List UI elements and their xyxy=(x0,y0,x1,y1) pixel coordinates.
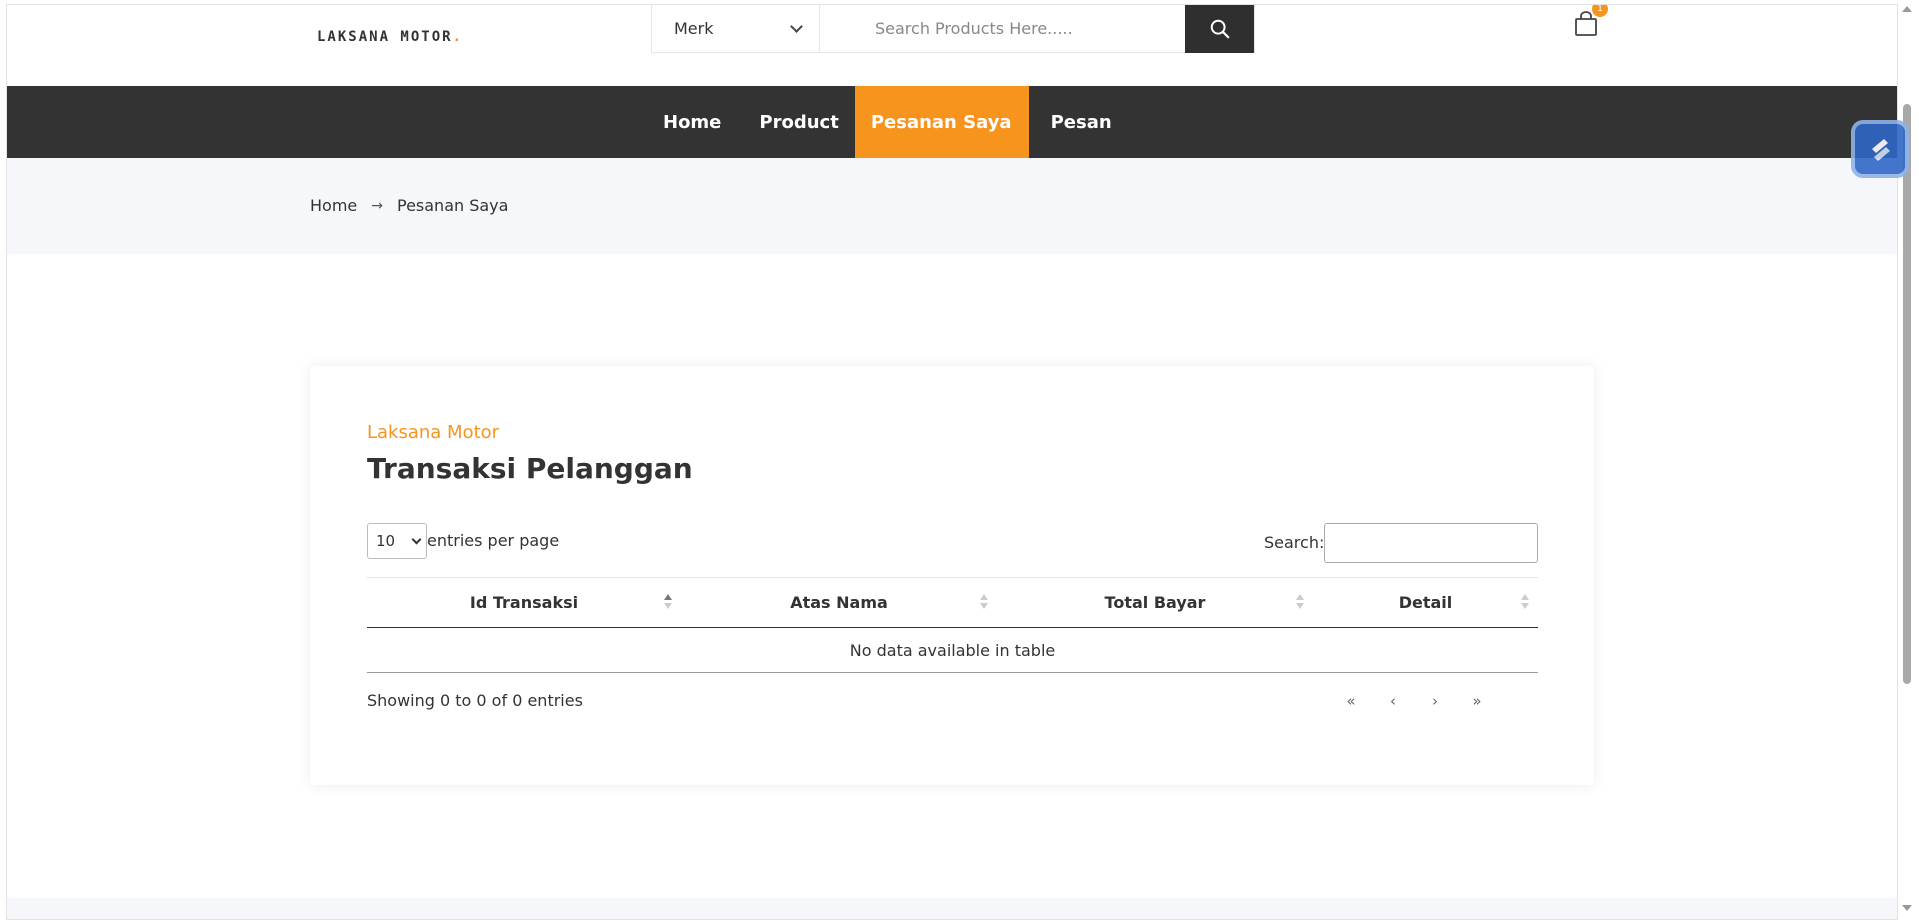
nav-item-home[interactable]: Home xyxy=(641,86,737,158)
nav-item-pesan[interactable]: Pesan xyxy=(1029,86,1128,158)
footer-band xyxy=(7,898,1897,919)
table-search-label: Search: xyxy=(1264,533,1325,552)
sort-icon xyxy=(1295,592,1305,612)
main-nav: Home Product Pesanan Saya Pesan xyxy=(7,86,1897,158)
column-header-total-bayar[interactable]: Total Bayar xyxy=(997,578,1313,627)
scroll-down-icon[interactable] xyxy=(1902,905,1912,911)
empty-table-message: No data available in table xyxy=(367,628,1538,673)
transactions-card: Laksana Motor Transaksi Pelanggan 10 ent… xyxy=(310,366,1594,785)
site-logo[interactable]: LAKSANA MOTOR. xyxy=(317,29,463,45)
search-icon xyxy=(1210,19,1229,39)
product-search-input[interactable] xyxy=(820,5,1185,52)
logo-text: LAKSANA MOTOR xyxy=(317,29,453,45)
column-header-label: Total Bayar xyxy=(1104,593,1206,612)
column-header-label: Detail xyxy=(1398,593,1453,612)
chevron-down-icon xyxy=(411,534,422,545)
column-header-label: Atas Nama xyxy=(790,593,888,612)
chevron-down-icon xyxy=(790,19,803,33)
table-header: Id Transaksi Atas Nama Total Bayar Detai… xyxy=(367,577,1538,628)
column-header-atas-nama[interactable]: Atas Nama xyxy=(681,578,997,627)
product-search-bar: Merk xyxy=(651,5,1255,53)
column-header-id-transaksi[interactable]: Id Transaksi xyxy=(367,578,681,627)
column-header-label: Id Transaksi xyxy=(469,593,579,612)
sort-icon xyxy=(1520,592,1530,612)
scroll-up-icon[interactable] xyxy=(1902,6,1912,12)
header: LAKSANA MOTOR. Merk 1 xyxy=(7,5,1897,86)
next-page-button[interactable]: › xyxy=(1414,689,1456,713)
floating-widget-button[interactable] xyxy=(1851,120,1909,178)
entries-per-page-value: 10 xyxy=(376,532,396,550)
logo-dot: . xyxy=(452,29,464,45)
sort-icon xyxy=(979,592,989,612)
breadcrumb-current: Pesanan Saya xyxy=(396,196,509,215)
pagination: « ‹ › » xyxy=(1330,689,1498,713)
breadcrumb-bar: Home → Pesanan Saya xyxy=(7,158,1897,254)
page-title: Transaksi Pelanggan xyxy=(367,452,693,485)
transactions-table: Id Transaksi Atas Nama Total Bayar Detai… xyxy=(367,577,1538,673)
arrow-right-icon: → xyxy=(371,197,383,214)
search-button[interactable] xyxy=(1185,5,1254,53)
sort-icon xyxy=(663,592,673,612)
table-info: Showing 0 to 0 of 0 entries xyxy=(367,691,583,710)
first-page-button[interactable]: « xyxy=(1330,689,1372,713)
entries-per-page-label: entries per page xyxy=(427,531,560,550)
last-page-button[interactable]: » xyxy=(1456,689,1498,713)
breadcrumb: Home → Pesanan Saya xyxy=(310,196,508,215)
page-frame: LAKSANA MOTOR. Merk 1 Home Product Pesan… xyxy=(6,4,1898,920)
card-subtitle: Laksana Motor xyxy=(367,422,500,443)
column-header-detail[interactable]: Detail xyxy=(1313,578,1538,627)
brand-select-value: Merk xyxy=(674,19,714,38)
widget-logo-icon xyxy=(1872,139,1890,161)
previous-page-button[interactable]: ‹ xyxy=(1372,689,1414,713)
cart-count-badge: 1 xyxy=(1592,5,1608,17)
table-search-input[interactable] xyxy=(1324,523,1538,563)
nav-item-pesanan-saya[interactable]: Pesanan Saya xyxy=(854,86,1029,158)
nav-item-product[interactable]: Product xyxy=(737,86,854,158)
breadcrumb-home-link[interactable]: Home xyxy=(310,196,357,215)
scrollbar-thumb[interactable] xyxy=(1903,104,1911,684)
brand-select[interactable]: Merk xyxy=(652,5,820,52)
entries-per-page-select[interactable]: 10 xyxy=(367,523,427,559)
